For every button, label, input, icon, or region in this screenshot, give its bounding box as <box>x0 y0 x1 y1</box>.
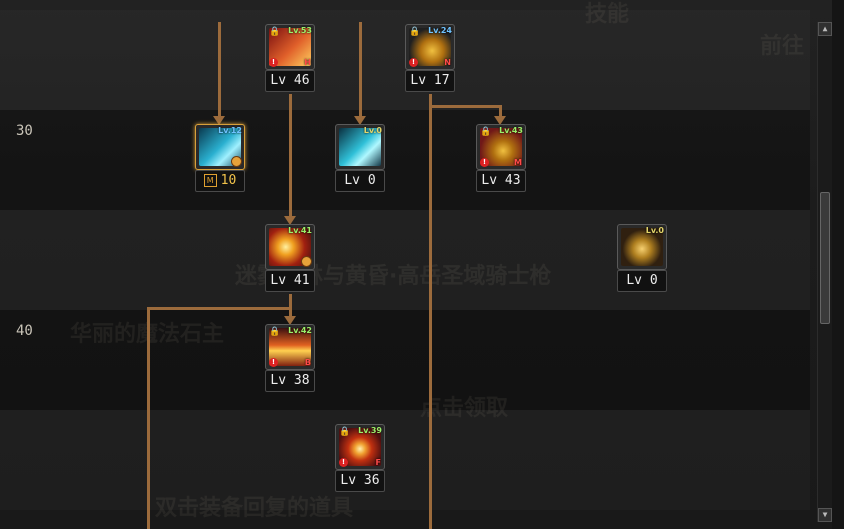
warning-icon: ! <box>339 458 348 467</box>
cooldown-clock-icon <box>231 156 242 167</box>
skill-slot-flame-wave[interactable]: 🔒 Lv.42 ! B Lv 38 <box>265 324 315 392</box>
skill-connector <box>147 307 292 310</box>
skill-level-box: Lv 36 <box>335 470 385 492</box>
row-band <box>0 410 810 510</box>
skill-connector <box>289 294 292 318</box>
lock-icon: 🔒 <box>269 27 281 37</box>
skill-slot-ice-hammer[interactable]: Lv.0 Lv 0 <box>335 124 385 192</box>
bg-text-bottom: 双击装备回复的道具 <box>155 496 354 521</box>
skill-level-box: Lv 46 <box>265 70 315 92</box>
warning-icon: ! <box>269 58 278 67</box>
bg-text-lower: 点击领取 <box>420 396 509 421</box>
skill-slot-bell-shield[interactable]: 🔒 Lv.24 ! N Lv 17 <box>405 24 455 92</box>
scroll-down-button[interactable]: ▼ <box>818 508 832 522</box>
required-level-tag: Lv.42 <box>288 326 312 335</box>
panel-edge <box>832 0 844 529</box>
scroll-up-button[interactable]: ▲ <box>818 22 832 36</box>
skill-level-box: Lv 41 <box>265 270 315 292</box>
skill-icon-frame[interactable]: 🔒 Lv.43 ! M <box>476 124 526 170</box>
bg-text-top-center: 技能 <box>585 2 630 27</box>
skill-level-box: Lv 38 <box>265 370 315 392</box>
mastery-badge-icon: M <box>203 174 217 187</box>
skill-icon-frame[interactable]: 🔒 Lv.53 ! H <box>265 24 315 70</box>
required-level-tag: Lv.41 <box>288 226 312 235</box>
skill-icon-frame[interactable]: Lv.12 <box>195 124 245 170</box>
skill-level-value: 10 <box>220 173 237 188</box>
skill-grade-badge: M <box>514 158 522 167</box>
required-level-tag: Lv.12 <box>218 126 242 135</box>
skill-connector <box>289 94 292 218</box>
skill-icon-frame[interactable]: Lv.0 <box>617 224 667 270</box>
skill-icon-frame[interactable]: 🔒 Lv.42 ! B <box>265 324 315 370</box>
required-level-tag: Lv.43 <box>499 126 523 135</box>
skill-level-box: M 10 <box>195 170 245 192</box>
skill-icon-frame[interactable]: 🔒 Lv.39 ! F <box>335 424 385 470</box>
skill-grade-badge: F <box>375 458 381 467</box>
lock-icon: 🔒 <box>409 27 421 37</box>
skill-tree-panel: 前往 技能 迷雾森林与黄昏·高岳圣域骑士枪 华丽的魔法石主 点击领取 双击装备回… <box>0 0 844 529</box>
warning-icon: ! <box>269 358 278 367</box>
skill-slot-golden-ring[interactable]: Lv.0 Lv 0 <box>617 224 667 292</box>
skill-grade-badge: B <box>304 358 311 367</box>
row-band <box>0 110 810 210</box>
bg-text-top-right: 前往 <box>760 34 805 59</box>
skill-connector <box>218 22 221 118</box>
warning-icon: ! <box>409 58 418 67</box>
required-level-tag: Lv.0 <box>645 226 664 235</box>
skill-slot-flame-strike[interactable]: 🔒 Lv.53 ! H Lv 46 <box>265 24 315 92</box>
skill-icon-frame[interactable]: Lv.0 <box>335 124 385 170</box>
skill-connector <box>147 307 150 529</box>
skill-slot-bell-shield-2[interactable]: 🔒 Lv.43 ! M Lv 43 <box>476 124 526 192</box>
skill-connector <box>429 94 432 529</box>
skill-connector <box>359 22 362 118</box>
scrollbar-thumb[interactable] <box>820 192 830 324</box>
warning-icon: ! <box>480 158 489 167</box>
skill-grade-badge: H <box>304 58 311 67</box>
skill-icon-frame[interactable]: Lv.41 <box>265 224 315 270</box>
row-level-label: 30 <box>16 123 33 139</box>
vertical-scrollbar[interactable]: ▲ ▼ <box>817 22 832 522</box>
skill-grade-badge: N <box>444 58 451 67</box>
skill-slot-target-orb[interactable]: 🔒 Lv.39 ! F Lv 36 <box>335 424 385 492</box>
cooldown-clock-icon <box>301 256 312 267</box>
row-level-label: 40 <box>16 323 33 339</box>
required-level-tag: Lv.24 <box>428 26 452 35</box>
lock-icon: 🔒 <box>339 427 351 437</box>
skill-level-box: Lv 43 <box>476 170 526 192</box>
required-level-tag: Lv.39 <box>358 426 382 435</box>
skill-slot-ice-hammer-selected[interactable]: Lv.12 M 10 <box>195 124 245 192</box>
skill-level-box: Lv 0 <box>617 270 667 292</box>
skill-level-box: Lv 0 <box>335 170 385 192</box>
skill-level-box: Lv 17 <box>405 70 455 92</box>
required-level-tag: Lv.53 <box>288 26 312 35</box>
lock-icon: 🔒 <box>480 127 492 137</box>
skill-slot-fire-blast[interactable]: Lv.41 Lv 41 <box>265 224 315 292</box>
skill-icon-frame[interactable]: 🔒 Lv.24 ! N <box>405 24 455 70</box>
required-level-tag: Lv.0 <box>363 126 382 135</box>
skill-connector <box>429 105 501 108</box>
lock-icon: 🔒 <box>269 327 281 337</box>
